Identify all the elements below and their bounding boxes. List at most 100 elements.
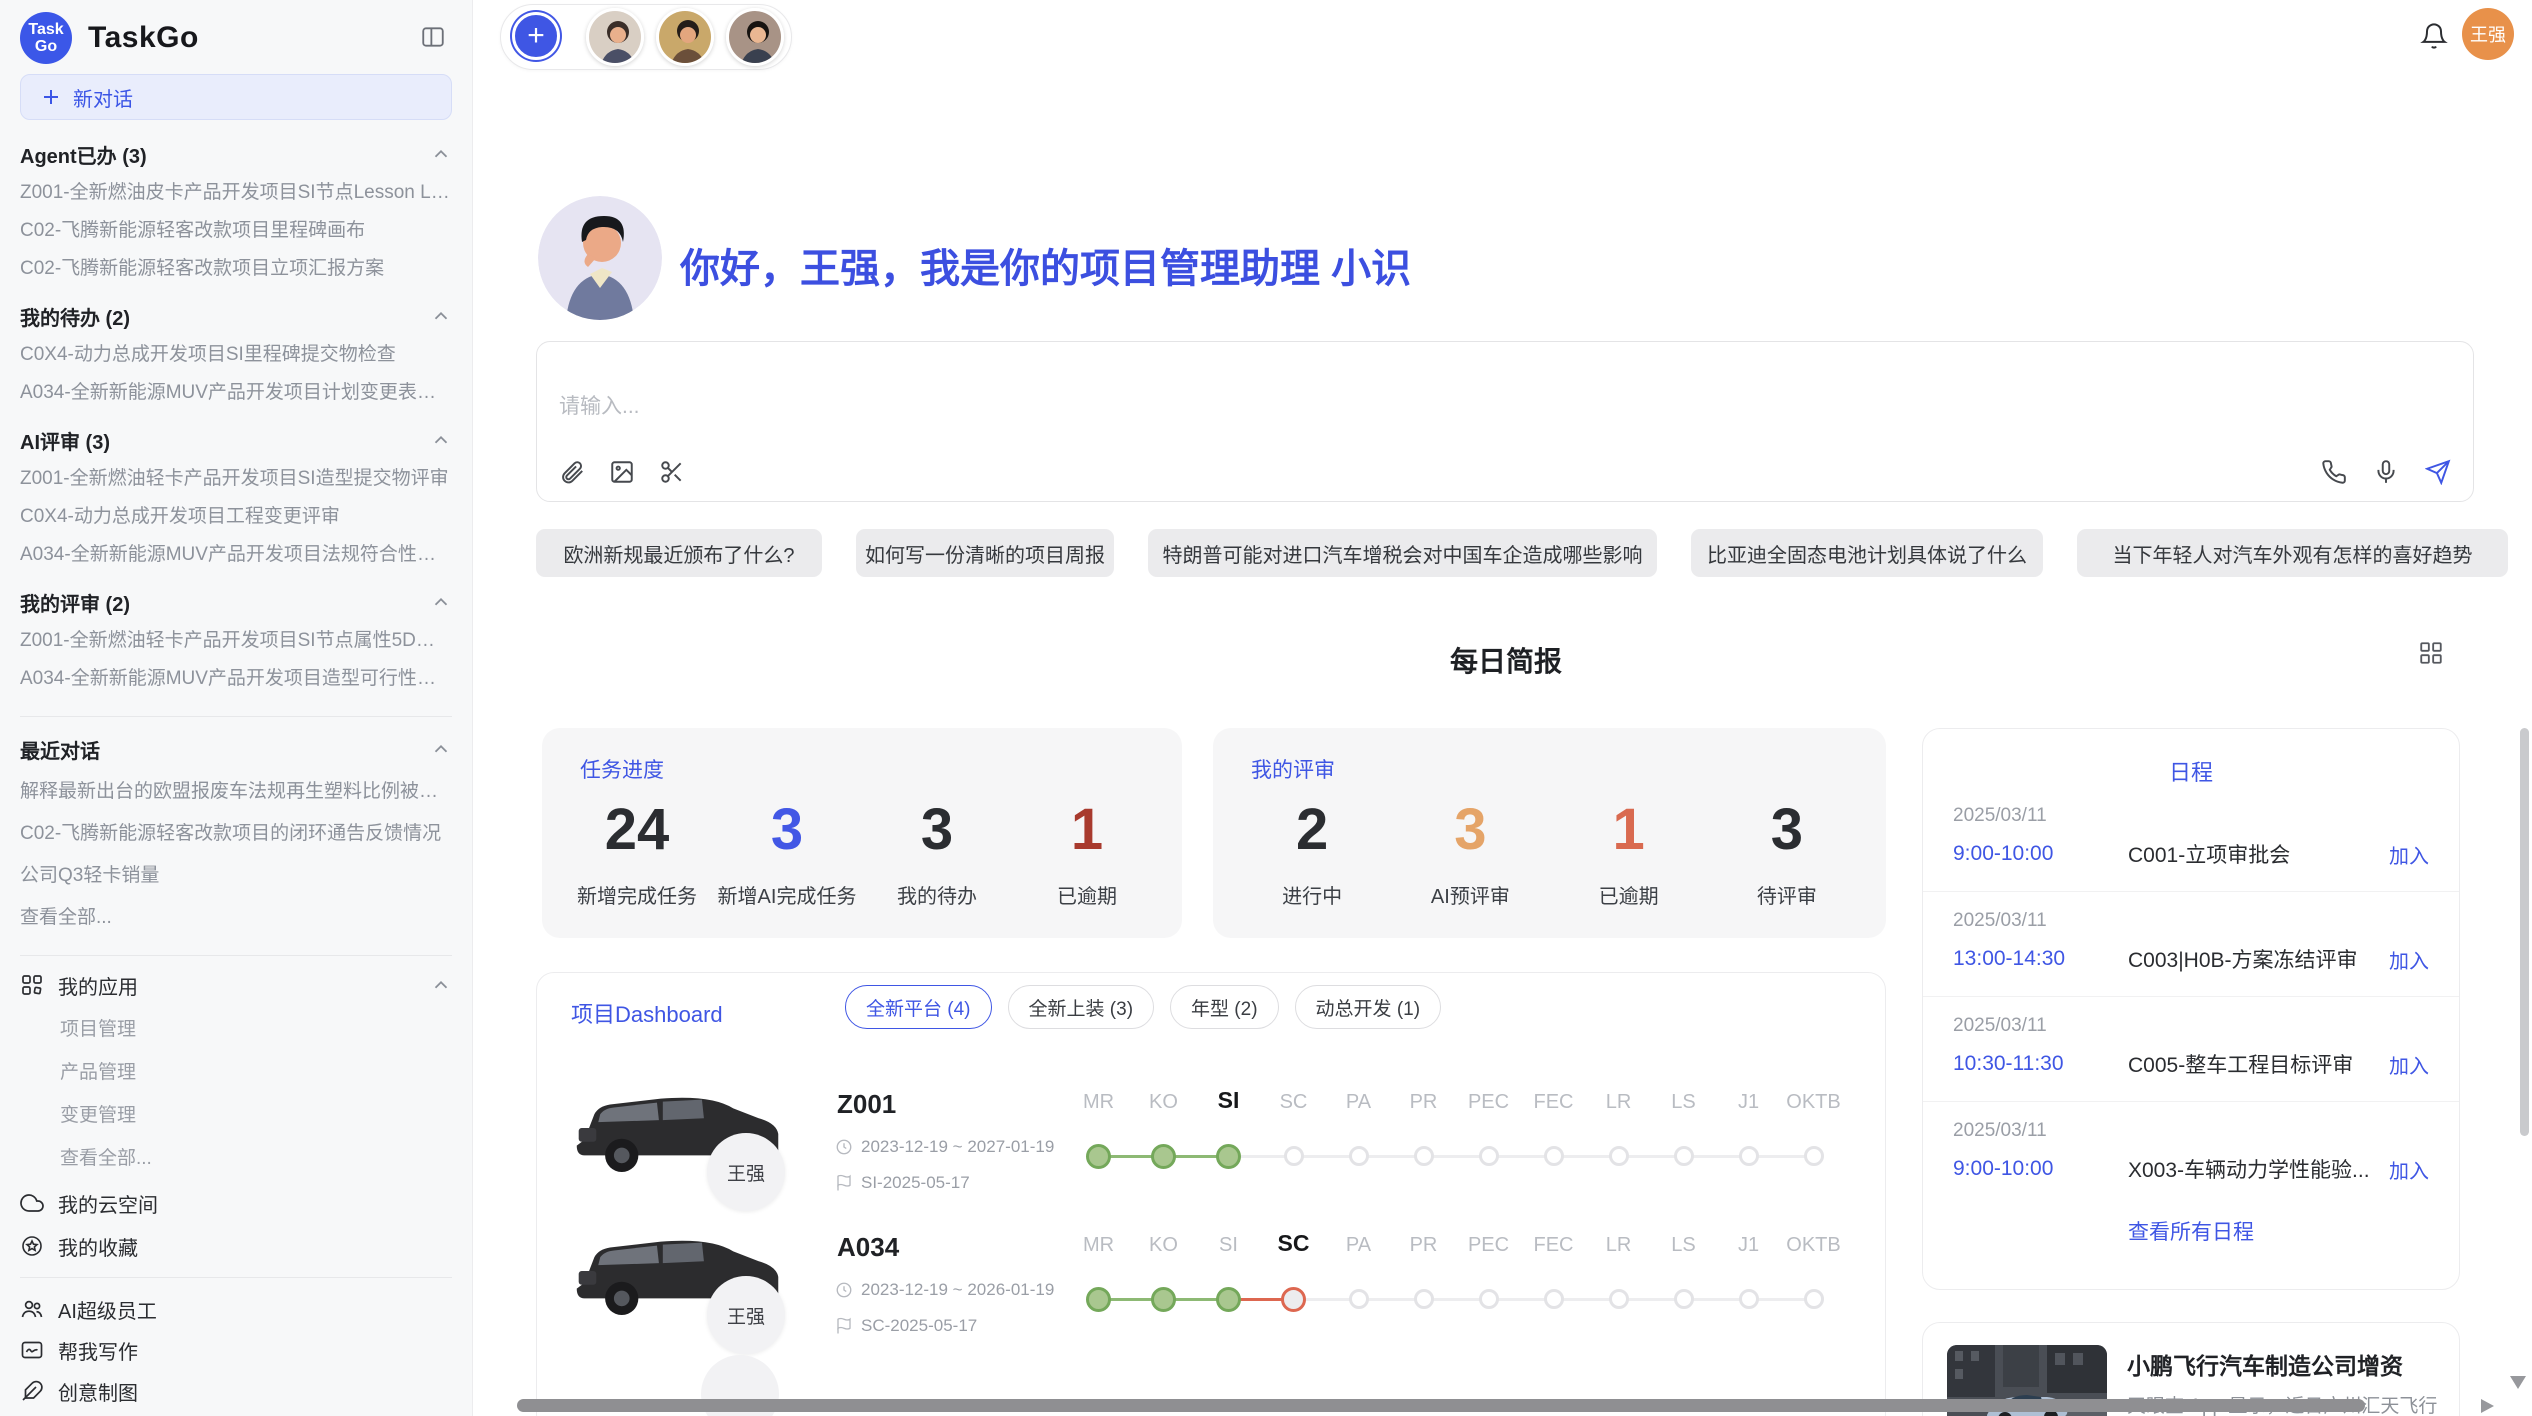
notification-bell-icon[interactable] [2420,22,2448,55]
milestone-node[interactable] [1216,1144,1241,1169]
sidebar-item-cloud-space[interactable]: 我的云空间 [20,1188,452,1218]
milestone-cell [1066,1135,1131,1177]
layout-grid-icon[interactable] [2418,640,2444,671]
milestone-node[interactable] [1544,1289,1564,1309]
sidebar-item[interactable]: Z001-全新燃油皮卡产品开发项目SI节点Lesson Learn报告 [20,180,452,206]
add-agent-button[interactable]: + [512,12,560,60]
schedule-item-main: 9:00-10:00X003-车辆动力学性能验...加入 [1953,1154,2429,1184]
horizontal-scrollbar[interactable] [517,1399,2365,1412]
milestone-node[interactable] [1804,1289,1824,1309]
sidebar-item[interactable]: Z001-全新燃油轻卡产品开发项目SI节点属性5D文件评审 [20,628,452,654]
milestone-node[interactable] [1349,1146,1369,1166]
milestone-node[interactable] [1284,1146,1304,1166]
sidebar-item[interactable]: A034-全新新能源MUV产品开发项目法规符合性评审 [20,542,452,568]
suggestion-chip[interactable]: 特朗普可能对进口汽车增税会对中国车企造成哪些影响 [1148,529,1657,577]
sidebar-item-writing[interactable]: 帮我写作 [20,1335,452,1365]
phone-icon[interactable] [2321,459,2347,485]
sidebar-item[interactable]: C0X4-动力总成开发项目工程变更评审 [20,504,452,530]
sidebar-section-header[interactable]: AI评审 (3) [20,426,452,454]
join-meeting-link[interactable]: 加入 [2389,1155,2429,1184]
agent-avatar-2[interactable] [656,8,714,66]
milestone-cell [1456,1278,1521,1320]
sidebar-item[interactable]: C02-飞腾新能源轻客改款项目立项汇报方案 [20,256,452,282]
milestone-node[interactable] [1609,1289,1629,1309]
schedule-time: 9:00-10:00 [1953,1157,2128,1181]
milestone-node[interactable] [1151,1144,1176,1169]
sidebar-item-app[interactable]: 产品管理 [20,1060,452,1086]
milestone-node[interactable] [1086,1287,1111,1312]
send-icon[interactable] [2425,459,2451,485]
scroll-right-arrow[interactable] [2481,1399,2494,1413]
milestone-node[interactable] [1739,1289,1759,1309]
sidebar-item-app[interactable]: 项目管理 [20,1017,452,1043]
microphone-icon[interactable] [2373,459,2399,485]
milestone-node[interactable] [1739,1146,1759,1166]
project-row[interactable]: 王强 A034 2023-12-19 ~ 2026-01-19 SC-2025-… [537,1206,1885,1351]
recent-conversation-item[interactable]: C02-飞腾新能源轻客改款项目的闭环通告反馈情况 [20,821,452,847]
attachment-icon[interactable] [559,459,585,485]
sidebar-item-creative-drawing[interactable]: 创意制图 [20,1376,452,1406]
milestone-node[interactable] [1479,1289,1499,1309]
milestone-node[interactable] [1674,1146,1694,1166]
milestone-node[interactable] [1216,1287,1241,1312]
view-all-conversations[interactable]: 查看全部... [20,905,452,931]
project-row[interactable]: 王强 Z001 2023-12-19 ~ 2027-01-19 SI-2025-… [537,1063,1885,1208]
dashboard-filter-tab[interactable]: 全新上装 (3) [1008,985,1155,1029]
milestone-node[interactable] [1544,1146,1564,1166]
sidebar-item-view-all-apps[interactable]: 查看全部... [20,1146,452,1172]
image-icon[interactable] [609,459,635,485]
join-meeting-link[interactable]: 加入 [2389,945,2429,974]
milestone-node[interactable] [1414,1289,1434,1309]
suggestion-chip[interactable]: 当下年轻人对汽车外观有怎样的喜好趋势 [2077,529,2508,577]
sidebar-section-header[interactable]: Agent已办 (3) [20,140,452,168]
milestone-node[interactable] [1151,1287,1176,1312]
milestone-label: FEC [1521,1234,1586,1257]
dashboard-filter-tab[interactable]: 年型 (2) [1170,985,1279,1029]
milestone-node[interactable] [1414,1146,1434,1166]
milestone-node[interactable] [1609,1146,1629,1166]
dashboard-filter-tab[interactable]: 全新平台 (4) [845,985,992,1029]
chat-input[interactable] [557,394,1757,420]
suggestion-chip[interactable]: 如何写一份清晰的项目周报 [856,529,1114,577]
user-avatar[interactable]: 王强 [2462,8,2514,60]
sidebar-item[interactable]: A034-全新新能源MUV产品开发项目计划变更表编写 [20,380,452,406]
sidebar-item-ai-employee[interactable]: AI超级员工 [20,1294,452,1324]
vertical-scrollbar[interactable] [2520,728,2529,1136]
collapse-sidebar-icon[interactable] [420,24,446,55]
view-all-schedule-link[interactable]: 查看所有日程 [1923,1216,2459,1246]
scissors-icon[interactable] [659,459,685,485]
agent-avatar-3[interactable] [726,8,784,66]
ai-employee-label: AI超级员工 [58,1295,452,1324]
milestone-node[interactable] [1804,1146,1824,1166]
new-chat-button[interactable]: 新对话 [20,74,452,120]
recent-conversation-item[interactable]: 解释最新出台的欧盟报废车法规再生塑料比例被调至15%... [20,779,452,805]
milestone-node[interactable] [1281,1287,1306,1312]
recent-conversation-item[interactable]: 公司Q3轻卡销量 [20,863,452,889]
milestone-node[interactable] [1674,1289,1694,1309]
task-progress-card: 任务进度 24新增完成任务3新增AI完成任务3我的待办1已逾期 [542,728,1182,938]
milestone-label: PA [1326,1234,1391,1257]
milestone-cell [1456,1135,1521,1177]
scroll-down-arrow[interactable] [2510,1376,2526,1389]
sidebar-item[interactable]: A034-全新新能源MUV产品开发项目造型可行性评审 [20,666,452,692]
dashboard-filter-tab[interactable]: 动总开发 (1) [1295,985,1442,1029]
milestone-node[interactable] [1479,1146,1499,1166]
suggestion-chip[interactable]: 欧洲新规最近颁布了什么? [536,529,822,577]
milestone-node[interactable] [1349,1289,1369,1309]
join-meeting-link[interactable]: 加入 [2389,1050,2429,1079]
sidebar-item-my-apps[interactable]: 我的应用 [20,970,452,1000]
agent-avatar-1[interactable] [586,8,644,66]
chat-input-card [536,341,2474,502]
sidebar-section-header-recent[interactable]: 最近对话 [20,735,452,763]
join-meeting-link[interactable]: 加入 [2389,840,2429,869]
project-dates-text: 2023-12-19 ~ 2026-01-19 [861,1280,1054,1300]
sidebar-section-header[interactable]: 我的待办 (2) [20,302,452,330]
sidebar-item-favorites[interactable]: 我的收藏 [20,1231,452,1261]
sidebar-item[interactable]: C0X4-动力总成开发项目SI里程碑提交物检查 [20,342,452,368]
sidebar-section-header[interactable]: 我的评审 (2) [20,588,452,616]
sidebar-item-app[interactable]: 变更管理 [20,1103,452,1129]
milestone-node[interactable] [1086,1144,1111,1169]
suggestion-chip[interactable]: 比亚迪全固态电池计划具体说了什么 [1691,529,2043,577]
sidebar-item[interactable]: Z001-全新燃油轻卡产品开发项目SI造型提交物评审 [20,466,452,492]
sidebar-item[interactable]: C02-飞腾新能源轻客改款项目里程碑画布 [20,218,452,244]
